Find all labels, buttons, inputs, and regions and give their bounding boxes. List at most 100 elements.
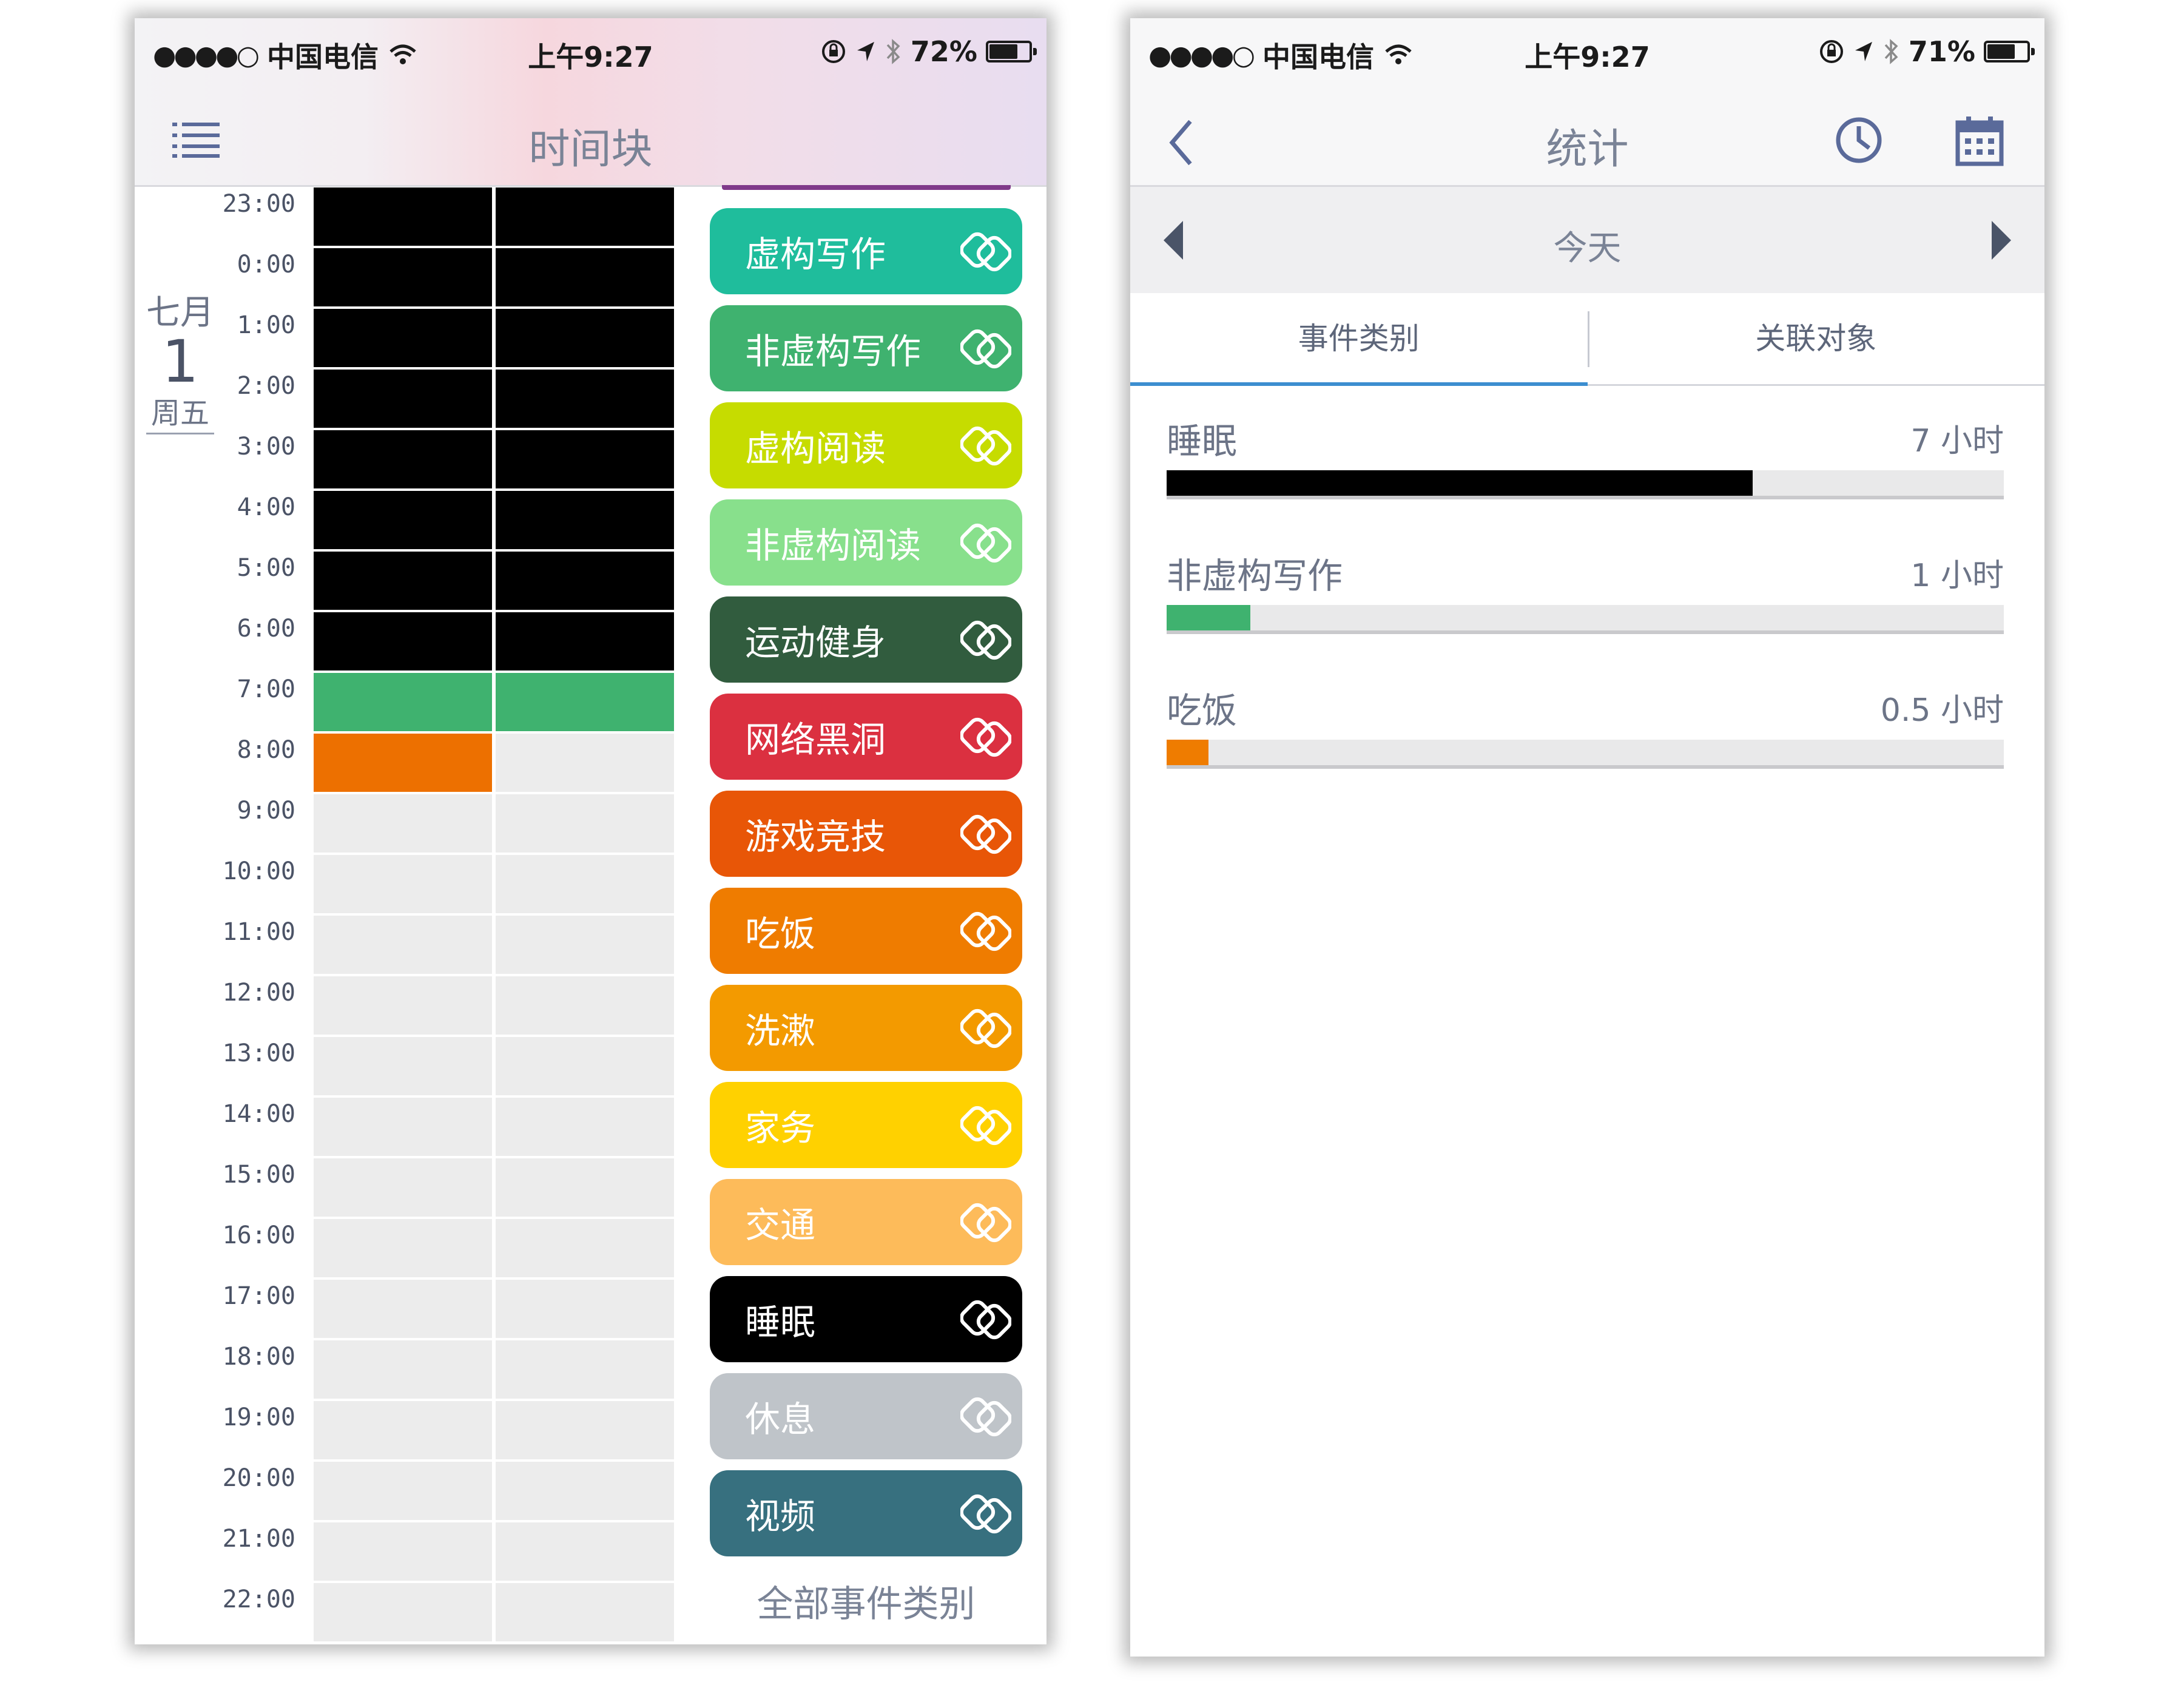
hour-label: 4:00	[237, 493, 295, 521]
hour-label: 11:00	[222, 918, 295, 946]
time-block-cell[interactable]	[314, 916, 492, 974]
time-block-cell[interactable]	[496, 552, 674, 610]
battery-level	[1987, 44, 2015, 59]
category-button[interactable]: 休息	[710, 1373, 1022, 1459]
time-block-cell[interactable]	[496, 1583, 674, 1641]
time-block-cell[interactable]	[496, 855, 674, 913]
time-block-cell[interactable]	[314, 612, 492, 670]
time-block-cell[interactable]	[496, 976, 674, 1035]
time-block-cell[interactable]	[314, 552, 492, 610]
time-block-cell[interactable]	[496, 187, 674, 246]
all-categories-link[interactable]: 全部事件类别	[710, 1575, 1022, 1627]
category-button[interactable]: 网络黑洞	[710, 694, 1022, 780]
category-button[interactable]: 交通	[710, 1179, 1022, 1265]
battery-icon	[1984, 41, 2035, 62]
time-block-cell[interactable]	[314, 1219, 492, 1277]
clock-icon[interactable]	[1834, 115, 1884, 165]
time-block-cell[interactable]	[314, 976, 492, 1035]
time-block-cell[interactable]	[314, 734, 492, 792]
time-block-cell[interactable]	[314, 794, 492, 853]
time-block-cell[interactable]	[496, 734, 674, 792]
time-block-cell[interactable]	[496, 916, 674, 974]
hour-label: 8:00	[237, 736, 295, 764]
link-rings-icon	[960, 1494, 1011, 1534]
category-button[interactable]: 运动健身	[710, 596, 1022, 683]
time-block-cell[interactable]	[496, 1098, 674, 1156]
category-button[interactable]: 非虚构阅读	[710, 499, 1022, 586]
active-tab-indicator	[1130, 382, 1588, 386]
category-button[interactable]: 吃饭	[710, 888, 1022, 974]
nav-bar: ●●●●○ 中国电信 上午9:27	[1130, 18, 2044, 187]
hour-label: 21:00	[222, 1525, 295, 1553]
hour-label: 15:00	[222, 1161, 295, 1189]
category-label: 虚构阅读	[745, 428, 886, 469]
time-block-cell[interactable]	[314, 1522, 492, 1581]
category-button[interactable]: 家务	[710, 1082, 1022, 1168]
time-block-cell[interactable]	[496, 1219, 674, 1277]
time-block-cell[interactable]	[314, 1280, 492, 1338]
time-block-cell[interactable]	[314, 248, 492, 306]
time-block-cell[interactable]	[496, 1158, 674, 1217]
time-block-cell[interactable]	[314, 1098, 492, 1156]
time-block-cell[interactable]	[496, 1522, 674, 1581]
category-label: 非虚构写作	[745, 331, 922, 372]
time-block-cell[interactable]	[314, 1583, 492, 1641]
page-title: 时间块	[528, 126, 653, 174]
time-block-cell[interactable]	[314, 430, 492, 488]
category-button[interactable]: 游戏竞技	[710, 791, 1022, 877]
time-block-cell[interactable]	[496, 673, 674, 731]
hour-label: 3:00	[237, 433, 295, 461]
time-block-cell[interactable]	[496, 430, 674, 488]
status-bar: ●●●●○ 中国电信 上午9:27	[1130, 18, 2044, 91]
time-block-cell[interactable]	[314, 1462, 492, 1520]
category-label: 交通	[745, 1204, 816, 1246]
tab-event-category[interactable]: 事件类别	[1130, 293, 1588, 384]
battery-percent: 72%	[910, 35, 977, 68]
stat-label: 吃饭	[1167, 690, 1238, 731]
hour-label: 14:00	[222, 1100, 295, 1128]
category-button[interactable]: 睡眠	[710, 1276, 1022, 1362]
link-rings-icon	[960, 329, 1011, 369]
link-rings-icon	[960, 1203, 1011, 1243]
stat-bar-fill	[1167, 740, 1208, 765]
tab-related-objects[interactable]: 关联对象	[1588, 293, 2045, 384]
time-block-cell[interactable]	[314, 673, 492, 731]
time-block-cell[interactable]	[496, 1037, 674, 1095]
category-button[interactable]: 虚构写作	[710, 208, 1022, 294]
time-block-cell[interactable]	[496, 309, 674, 367]
hour-label: 12:00	[222, 979, 295, 1007]
time-block-cell[interactable]	[314, 309, 492, 367]
time-block-cell[interactable]	[314, 1401, 492, 1459]
time-block-cell[interactable]	[314, 370, 492, 428]
time-block-cell[interactable]	[496, 794, 674, 853]
time-block-screen: ●●●●○ 中国电信 上午9:27 72% 时间块 七月 1 周五 23:00 …	[135, 18, 1046, 1644]
time-block-cell[interactable]	[314, 1340, 492, 1399]
time-block-cell[interactable]	[496, 1401, 674, 1459]
link-rings-icon	[960, 814, 1011, 854]
category-button[interactable]: 虚构阅读	[710, 402, 1022, 488]
link-rings-icon	[960, 1106, 1011, 1146]
calendar-icon[interactable]	[1955, 115, 2004, 166]
time-block-cell[interactable]	[496, 370, 674, 428]
time-block-cell[interactable]	[496, 1340, 674, 1399]
time-block-cell[interactable]	[496, 612, 674, 670]
time-block-cell[interactable]	[496, 491, 674, 549]
date-indicator: 七月 1 周五	[135, 285, 226, 434]
category-label: 视频	[745, 1496, 816, 1537]
time-block-cell[interactable]	[314, 491, 492, 549]
category-button[interactable]: 洗漱	[710, 985, 1022, 1071]
category-button[interactable]: 视频	[710, 1470, 1022, 1556]
time-block-cell[interactable]	[314, 1158, 492, 1217]
category-button[interactable]: 非虚构写作	[710, 305, 1022, 391]
nav-bar: ●●●●○ 中国电信 上午9:27	[135, 18, 1046, 187]
location-arrow-icon	[1855, 42, 1872, 61]
time-block-cell[interactable]	[496, 1280, 674, 1338]
time-block-cell[interactable]	[314, 187, 492, 246]
stat-bar-track	[1167, 470, 2004, 499]
time-block-cell[interactable]	[314, 855, 492, 913]
statistics-screen: ●●●●○ 中国电信 上午9:27 71% 统计 今天 事件类别 关联对象 睡眠…	[1130, 18, 2044, 1657]
time-block-cell[interactable]	[496, 1462, 674, 1520]
time-block-cell[interactable]	[496, 248, 674, 306]
next-day-icon[interactable]	[1992, 221, 2011, 260]
time-block-cell[interactable]	[314, 1037, 492, 1095]
